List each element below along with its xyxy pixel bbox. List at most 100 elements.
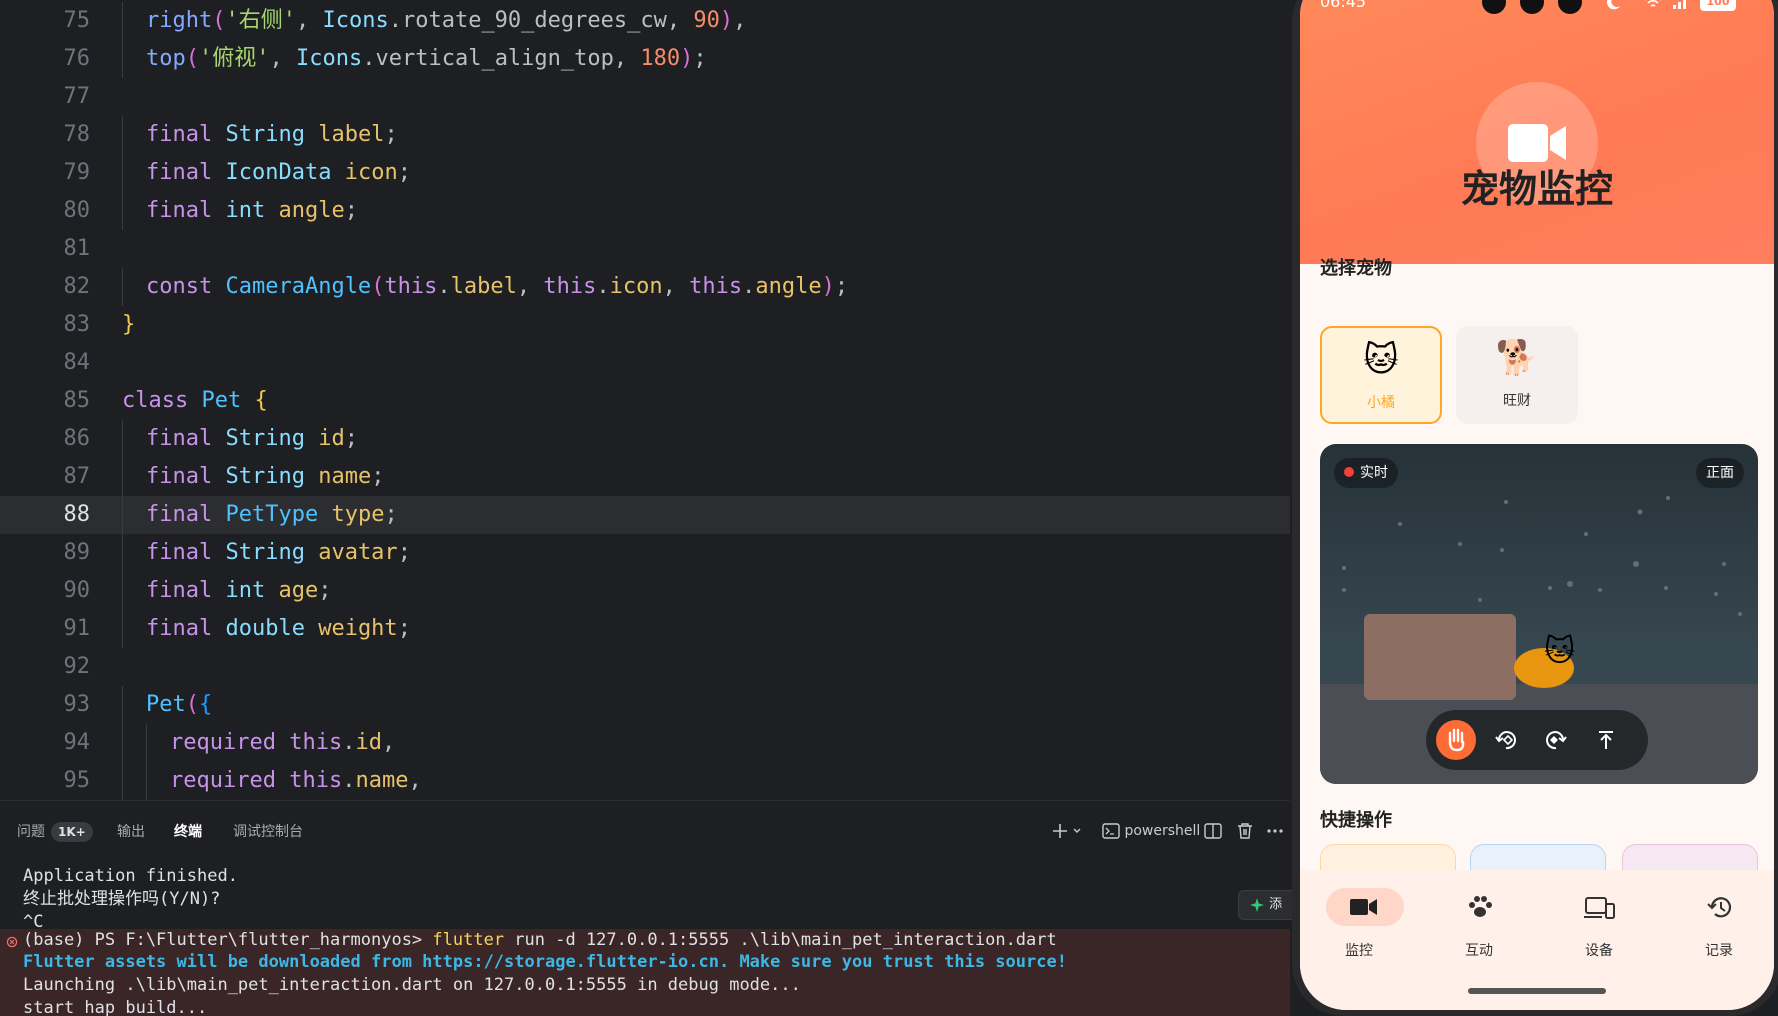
code-line[interactable]: 88 final PetType type; (0, 496, 1290, 534)
rotate-left-button[interactable] (1486, 720, 1526, 760)
pet-name: 小橘 (1367, 395, 1395, 411)
code-line[interactable]: 91 final double weight; (0, 610, 1290, 648)
line-number: 76 (63, 46, 91, 71)
nav-item-history[interactable]: 记录 (1664, 888, 1774, 978)
tab-output[interactable]: 输出 (117, 819, 145, 845)
wifi-icon (1645, 0, 1661, 7)
code-token: . (742, 274, 756, 299)
code-line[interactable]: 95 required this.name, (0, 762, 1290, 800)
more-actions-button[interactable] (1266, 817, 1284, 845)
ellipsis-icon (1267, 829, 1283, 833)
home-indicator[interactable] (1468, 988, 1606, 994)
code-token: 90 (693, 8, 720, 33)
pet-avatar: 🐱 (1363, 340, 1399, 380)
code-token: , (408, 768, 422, 793)
code-token: } (122, 312, 136, 337)
history-icon (1707, 897, 1732, 918)
code-editor[interactable]: 75 right('右侧', Icons.rotate_90_degrees_cw… (0, 0, 1290, 800)
nav-item-interact[interactable]: 互动 (1424, 888, 1534, 978)
code-token: , (516, 274, 544, 299)
nav-label: 记录 (1705, 943, 1733, 959)
code-token: this (289, 730, 343, 755)
nav-item-devices[interactable]: 设备 (1544, 888, 1654, 978)
terminal-error-block: (base) PS F:\Flutter\flutter_harmonyos> … (0, 929, 1290, 1016)
camera-feed[interactable]: 实时 正面 🐱 (1320, 444, 1758, 784)
align-top-button[interactable] (1586, 720, 1626, 760)
code-text: required this.id, (170, 724, 395, 762)
signal-icon (1673, 0, 1686, 9)
code-line[interactable]: 94 required this.id, (0, 724, 1290, 762)
code-text: } (122, 306, 135, 344)
line-number: 88 (63, 502, 91, 527)
hand-button[interactable] (1436, 720, 1476, 760)
code-text: final IconData icon; (146, 154, 411, 192)
code-text: top('俯视', Icons.vertical_align_top, 180)… (146, 40, 707, 78)
code-token: final (146, 122, 226, 147)
code-line[interactable]: 93 Pet({ (0, 686, 1290, 724)
code-line[interactable]: 80 final int angle; (0, 192, 1290, 230)
live-label: 实时 (1360, 465, 1388, 481)
code-line[interactable]: 81 (0, 230, 1290, 268)
code-line[interactable]: 89 final String avatar; (0, 534, 1290, 572)
code-token: required (170, 768, 290, 793)
code-line[interactable]: 83} (0, 306, 1290, 344)
code-line[interactable]: 85 class Pet { (0, 382, 1290, 420)
split-terminal-button[interactable] (1204, 817, 1222, 845)
ai-add-chip[interactable]: 添 (1238, 890, 1298, 920)
kill-terminal-button[interactable] (1236, 817, 1254, 845)
pet-card-selected[interactable]: 🐱 小橘 (1320, 326, 1442, 424)
live-dot-icon (1344, 467, 1354, 477)
tab-problems[interactable]: 问题 1K+ (17, 819, 93, 845)
code-token: . (437, 274, 451, 299)
code-token: IconData (225, 160, 345, 185)
code-line[interactable]: 84 (0, 344, 1290, 382)
rotate-left-icon (1495, 731, 1516, 750)
code-line[interactable]: 87 final String name; (0, 458, 1290, 496)
tab-output-label: 输出 (117, 824, 145, 840)
code-token: top (146, 46, 186, 71)
code-token: final (146, 464, 226, 489)
terminal-icon (1102, 823, 1120, 839)
code-line[interactable]: 79 final IconData icon; (0, 154, 1290, 192)
indent-guide (122, 686, 123, 724)
code-line[interactable]: 86 final String id; (0, 420, 1290, 458)
indent-guide (122, 496, 123, 534)
code-line[interactable]: 78 final String label; (0, 116, 1290, 154)
new-terminal-button[interactable] (1052, 817, 1082, 845)
code-line[interactable]: 77 (0, 78, 1290, 116)
code-token: final (146, 160, 226, 185)
code-token: final (146, 616, 226, 641)
line-number: 85 (63, 388, 91, 413)
line-number: 91 (63, 616, 91, 641)
videocam-icon (1350, 899, 1377, 915)
code-line[interactable]: 82 const CameraAngle(this.label, this.ico… (0, 268, 1290, 306)
line-number: 94 (63, 730, 91, 755)
code-token: icon (344, 160, 398, 185)
code-line[interactable]: 92 (0, 648, 1290, 686)
tab-debug-console[interactable]: 调试控制台 (233, 819, 303, 845)
code-token: this (689, 274, 743, 299)
code-text: final String id; (146, 420, 358, 458)
code-token: . (362, 46, 376, 71)
code-line[interactable]: 76 top('俯视', Icons.vertical_align_top, 18… (0, 40, 1290, 78)
code-line[interactable]: 75 right('右侧', Icons.rotate_90_degrees_cw… (0, 2, 1290, 40)
terminal-shell-selector[interactable]: powershell (1102, 817, 1200, 845)
code-token: Pet (146, 692, 186, 717)
split-icon (1204, 823, 1222, 839)
rotate-right-button[interactable] (1536, 720, 1576, 760)
pet-avatar: 🐕 (1495, 338, 1539, 378)
tab-terminal[interactable]: 终端 (166, 815, 210, 849)
panel-tabbar: 问题 1K+ 输出 终端 调试控制台 powershell (0, 801, 1290, 861)
terminal-warning-line: Flutter assets will be downloaded from h… (23, 952, 1067, 972)
code-token: . (388, 8, 402, 33)
indent-guide (146, 724, 147, 762)
code-token: class (122, 388, 202, 413)
code-token: ; (344, 198, 358, 223)
bottom-panel: 问题 1K+ 输出 终端 调试控制台 powershell Application… (0, 800, 1290, 1016)
indent-guide (122, 154, 123, 192)
nav-item-monitor[interactable]: 监控 (1304, 888, 1414, 978)
pet-card[interactable]: 🐕 旺财 (1456, 326, 1578, 424)
code-line[interactable]: 90 final int age; (0, 572, 1290, 610)
code-token: angle (755, 274, 822, 299)
terminal-command-args: run -d 127.0.0.1:5555 .\lib\main_pet_int… (504, 930, 1057, 950)
